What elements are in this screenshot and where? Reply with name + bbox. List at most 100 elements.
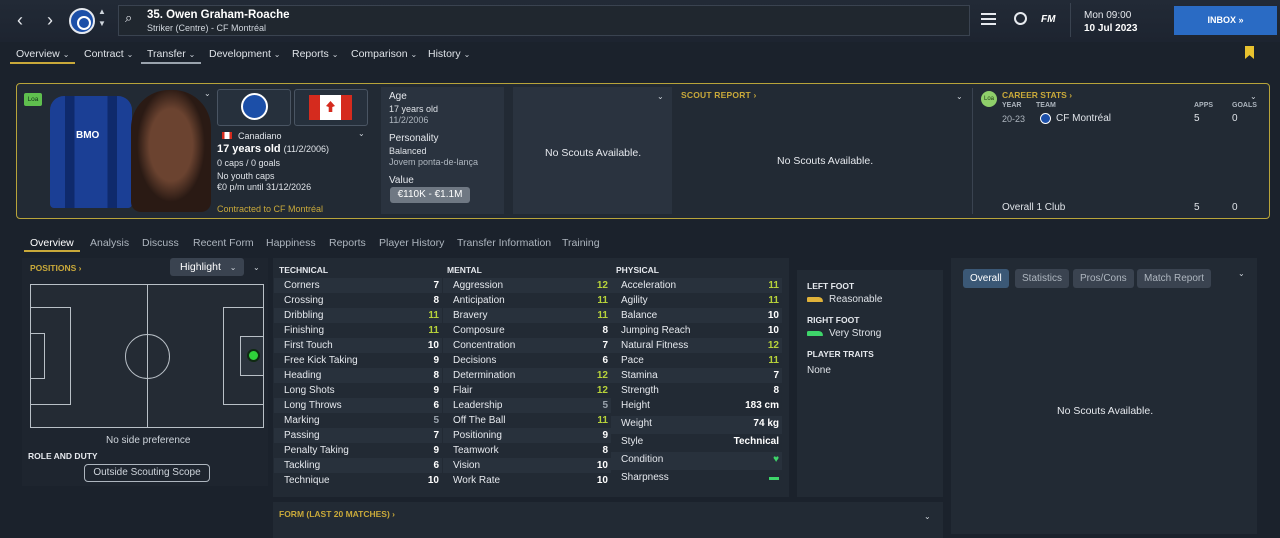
subtab-transfer-information[interactable]: Transfer Information <box>457 237 551 249</box>
attribute-row[interactable]: Agility 11 <box>611 293 782 308</box>
club-badge-icon[interactable] <box>69 8 95 34</box>
subtab-recent-form[interactable]: Recent Form <box>193 237 254 249</box>
attribute-row[interactable]: Strength 8 <box>611 383 782 398</box>
attribute-value: 11 <box>768 280 779 291</box>
subtab-training[interactable]: Training <box>562 237 600 249</box>
attribute-row[interactable]: Free Kick Taking 9 <box>274 353 442 368</box>
attribute-row[interactable]: Bravery 11 <box>443 308 611 323</box>
tab-reports[interactable]: Reports ⌄ <box>292 48 338 60</box>
forward-arrow-icon[interactable]: › <box>42 10 58 30</box>
attribute-name: Positioning <box>453 430 502 441</box>
attribute-row[interactable]: Composure 8 <box>443 323 611 338</box>
chevron-down-icon[interactable]: ⌄ <box>1250 92 1257 101</box>
tab-development[interactable]: Development ⌄ <box>209 48 281 60</box>
attribute-row[interactable]: Vision 10 <box>443 458 611 473</box>
caps-goals: 0 caps / 0 goals <box>217 158 281 168</box>
attribute-row[interactable]: Pace 11 <box>611 353 782 368</box>
attribute-row[interactable]: Finishing 11 <box>274 323 442 338</box>
wage: €0 p/m until 31/12/2026 <box>217 182 312 192</box>
inbox-button[interactable]: INBOX » <box>1174 6 1277 35</box>
chevron-down-icon[interactable]: ⌄ <box>358 129 365 138</box>
subtab-discuss[interactable]: Discuss <box>142 237 179 249</box>
positions-link[interactable]: POSITIONS › <box>30 263 82 273</box>
attribute-row[interactable]: Off The Ball 11 <box>443 413 611 428</box>
attribute-row[interactable]: Concentration 7 <box>443 338 611 353</box>
attribute-row[interactable]: Penalty Taking 9 <box>274 443 442 458</box>
attribute-row[interactable]: Natural Fitness 12 <box>611 338 782 353</box>
chevron-down-icon[interactable]: ⌄ <box>956 92 963 101</box>
tab-comparison[interactable]: Comparison ⌄ <box>351 48 417 60</box>
attribute-name: Crossing <box>284 295 324 306</box>
rtab-match-report[interactable]: Match Report <box>1137 269 1212 288</box>
left-six-yard-box <box>30 333 45 379</box>
contracted-link[interactable]: Contracted to CF Montréal <box>217 204 323 214</box>
attribute-name: Strength <box>621 385 659 396</box>
attribute-row[interactable]: Marking 5 <box>274 413 442 428</box>
attribute-row[interactable]: Decisions 6 <box>443 353 611 368</box>
technical-list: Corners 7 Crossing 8 Dribbling 11 Finishing 11 F… <box>274 278 442 488</box>
attribute-row[interactable]: Acceleration 11 <box>611 278 782 293</box>
attribute-row[interactable]: Leadership 5 <box>443 398 611 413</box>
career-team[interactable]: CF Montréal <box>1056 113 1111 124</box>
attribute-row[interactable]: Long Throws 6 <box>274 398 442 413</box>
chevron-down-icon[interactable]: ⌄ <box>657 92 664 101</box>
game-time: Mon 09:00 <box>1084 10 1132 21</box>
rtab-pros-cons[interactable]: Pros/Cons <box>1073 269 1134 288</box>
tab-history[interactable]: History ⌄ <box>428 48 470 60</box>
attribute-row[interactable]: Aggression 12 <box>443 278 611 293</box>
dob: 11/2/2006 <box>389 115 429 125</box>
attribute-row[interactable]: Flair 12 <box>443 383 611 398</box>
attribute-row[interactable]: Balance 10 <box>611 308 782 323</box>
attribute-row[interactable]: Dribbling 11 <box>274 308 442 323</box>
globe-icon[interactable] <box>1014 12 1027 25</box>
chevron-down-icon[interactable]: ⌄ <box>1238 269 1245 278</box>
tab-transfer[interactable]: Transfer ⌄ <box>140 48 202 64</box>
fm-logo[interactable]: FM <box>1041 14 1055 25</box>
menu-icon[interactable] <box>981 13 996 25</box>
player-cycle-icon[interactable]: ▲ ▼ <box>97 6 107 30</box>
attribute-row[interactable]: Positioning 9 <box>443 428 611 443</box>
subtab-analysis[interactable]: Analysis <box>90 237 129 249</box>
age-line: 17 years old (11/2/2006) <box>217 143 330 155</box>
form-link[interactable]: FORM (LAST 20 MATCHES) › <box>279 509 395 519</box>
rtab-statistics[interactable]: Statistics <box>1015 269 1070 288</box>
career-stats-link[interactable]: CAREER STATS › <box>1002 90 1072 100</box>
rtab-overall[interactable]: Overall <box>963 269 1009 288</box>
mental-list: Aggression 12 Anticipation 11 Bravery 11 Compo… <box>443 278 611 488</box>
tab-contract[interactable]: Contract ⌄ <box>84 48 133 60</box>
attribute-value: 8 <box>602 325 608 336</box>
attribute-row[interactable]: Determination 12 <box>443 368 611 383</box>
attribute-row[interactable]: Teamwork 8 <box>443 443 611 458</box>
subtab-happiness[interactable]: Happiness <box>266 237 316 249</box>
subtab-reports[interactable]: Reports <box>329 237 366 249</box>
attribute-row[interactable]: Technique 10 <box>274 473 442 488</box>
attribute-row[interactable]: Jumping Reach 10 <box>611 323 782 338</box>
attribute-row[interactable]: Tackling 6 <box>274 458 442 473</box>
tab-overview[interactable]: Overview ⌄ <box>9 48 76 64</box>
attribute-value: 7 <box>602 340 608 351</box>
attribute-row[interactable]: Passing 7 <box>274 428 442 443</box>
physical-list: Acceleration 11 Agility 11 Balance 10 Jumping … <box>611 278 782 488</box>
natural-position-marker[interactable] <box>247 349 260 362</box>
chevron-down-icon[interactable]: ⌄ <box>204 89 211 98</box>
scout-report-link[interactable]: SCOUT REPORT › <box>681 90 757 100</box>
subtab-overview[interactable]: Overview <box>30 237 74 249</box>
attribute-name: Weight <box>621 418 652 429</box>
club-crest-icon <box>1040 113 1051 124</box>
attribute-row[interactable]: First Touch 10 <box>274 338 442 353</box>
attribute-row[interactable]: Heading 8 <box>274 368 442 383</box>
attribute-row[interactable]: Work Rate 10 <box>443 473 611 488</box>
attribute-row[interactable]: Long Shots 9 <box>274 383 442 398</box>
chevron-down-icon[interactable]: ⌄ <box>924 512 931 521</box>
highlight-dropdown[interactable]: Highlight ⌄ <box>170 258 244 276</box>
attribute-row[interactable]: Stamina 7 <box>611 368 782 383</box>
nationality[interactable]: Canadiano <box>238 131 282 141</box>
attribute-row[interactable]: Anticipation 11 <box>443 293 611 308</box>
chevron-down-icon[interactable]: ⌄ <box>253 263 260 272</box>
attribute-row[interactable]: Crossing 8 <box>274 293 442 308</box>
subtab-player-history[interactable]: Player History <box>379 237 444 249</box>
search-icon[interactable]: ⌕ <box>125 10 139 25</box>
back-arrow-icon[interactable]: ‹ <box>12 10 28 30</box>
outside-scope-button[interactable]: Outside Scouting Scope <box>84 464 210 482</box>
attribute-row[interactable]: Corners 7 <box>274 278 442 293</box>
